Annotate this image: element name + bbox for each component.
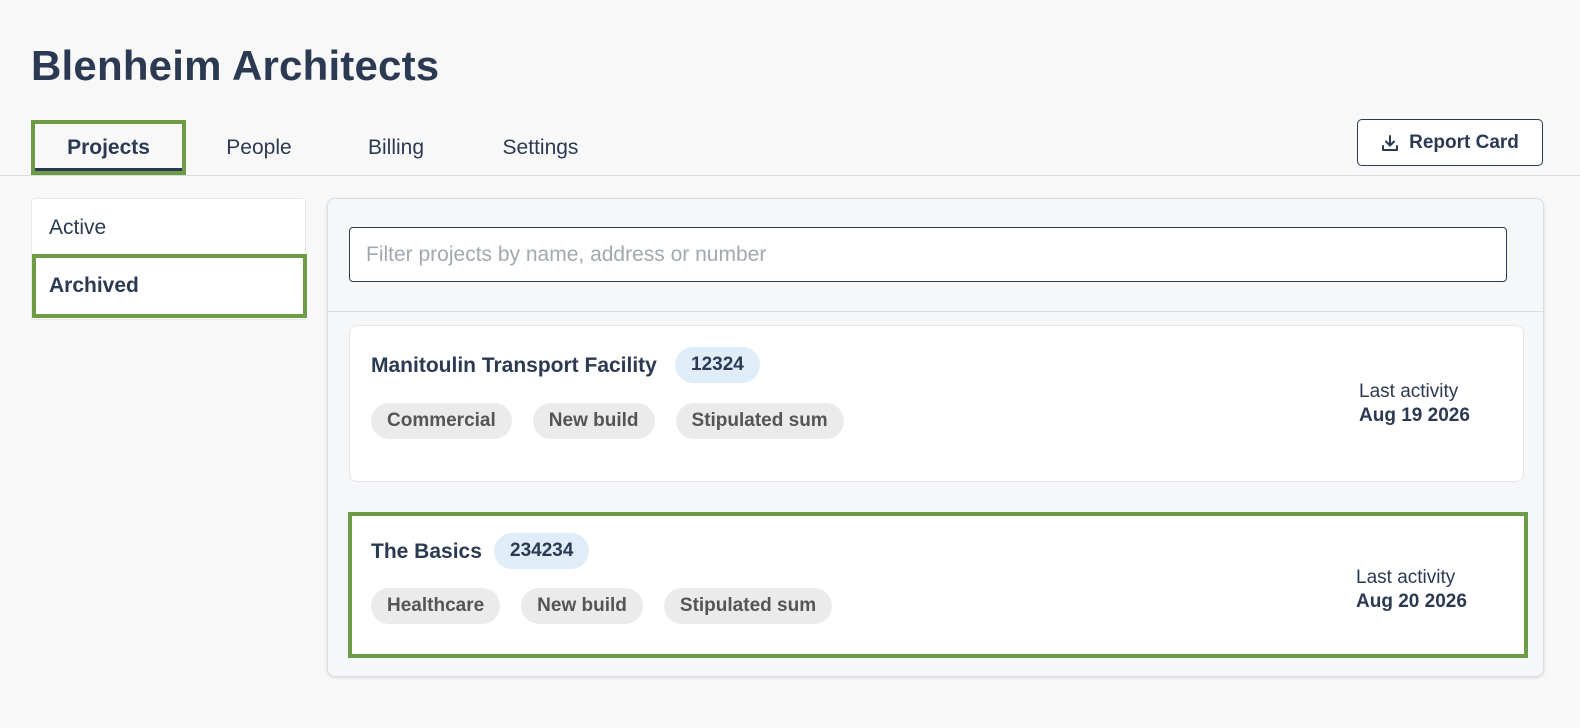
project-number-badge: 12324 [675,347,760,383]
last-activity-date: Aug 19 2026 [1359,405,1470,426]
project-tag: Commercial [371,403,512,439]
project-filter-input[interactable] [349,227,1507,282]
project-card[interactable]: The Basics 234234 Healthcare New build S… [348,512,1528,658]
last-activity: Last activity Aug 19 2026 [1359,381,1470,427]
tab-projects[interactable]: Projects [31,120,186,176]
last-activity-label: Last activity [1356,567,1456,588]
sidebar-item-active[interactable]: Active [32,199,307,257]
page-title: Blenheim Architects [31,42,440,89]
last-activity-date: Aug 20 2026 [1356,591,1467,612]
project-name: Manitoulin Transport Facility [371,354,657,377]
project-tag: Healthcare [371,588,501,624]
project-card[interactable]: Manitoulin Transport Facility 12324 Comm… [349,325,1524,482]
header-divider [0,175,1580,176]
projects-panel: Manitoulin Transport Facility 12324 Comm… [327,198,1544,677]
download-icon [1382,134,1399,151]
project-tag: New build [521,588,643,624]
tab-billing[interactable]: Billing [332,120,460,176]
project-tag: Stipulated sum [663,588,833,624]
report-card-label: Report Card [1409,131,1519,153]
last-activity: Last activity Aug 20 2026 [1356,567,1467,613]
sidebar: Active Archived [31,198,307,320]
tab-bar: Projects People Billing Settings [31,120,621,176]
project-tags: Healthcare New build Stipulated sum [371,588,833,624]
project-name: The Basics [371,540,482,563]
project-tag: Stipulated sum [675,403,844,439]
panel-divider [328,311,1543,312]
report-card-button[interactable]: Report Card [1357,119,1543,166]
project-tags: Commercial New build Stipulated sum [371,403,844,439]
sidebar-item-archived[interactable]: Archived [32,254,307,318]
tab-people[interactable]: People [186,120,332,176]
project-number-badge: 234234 [494,533,590,569]
page: Blenheim Architects Projects People Bill… [0,0,1580,728]
last-activity-label: Last activity [1359,381,1459,402]
tab-settings[interactable]: Settings [460,120,621,176]
project-tag: New build [532,403,655,439]
